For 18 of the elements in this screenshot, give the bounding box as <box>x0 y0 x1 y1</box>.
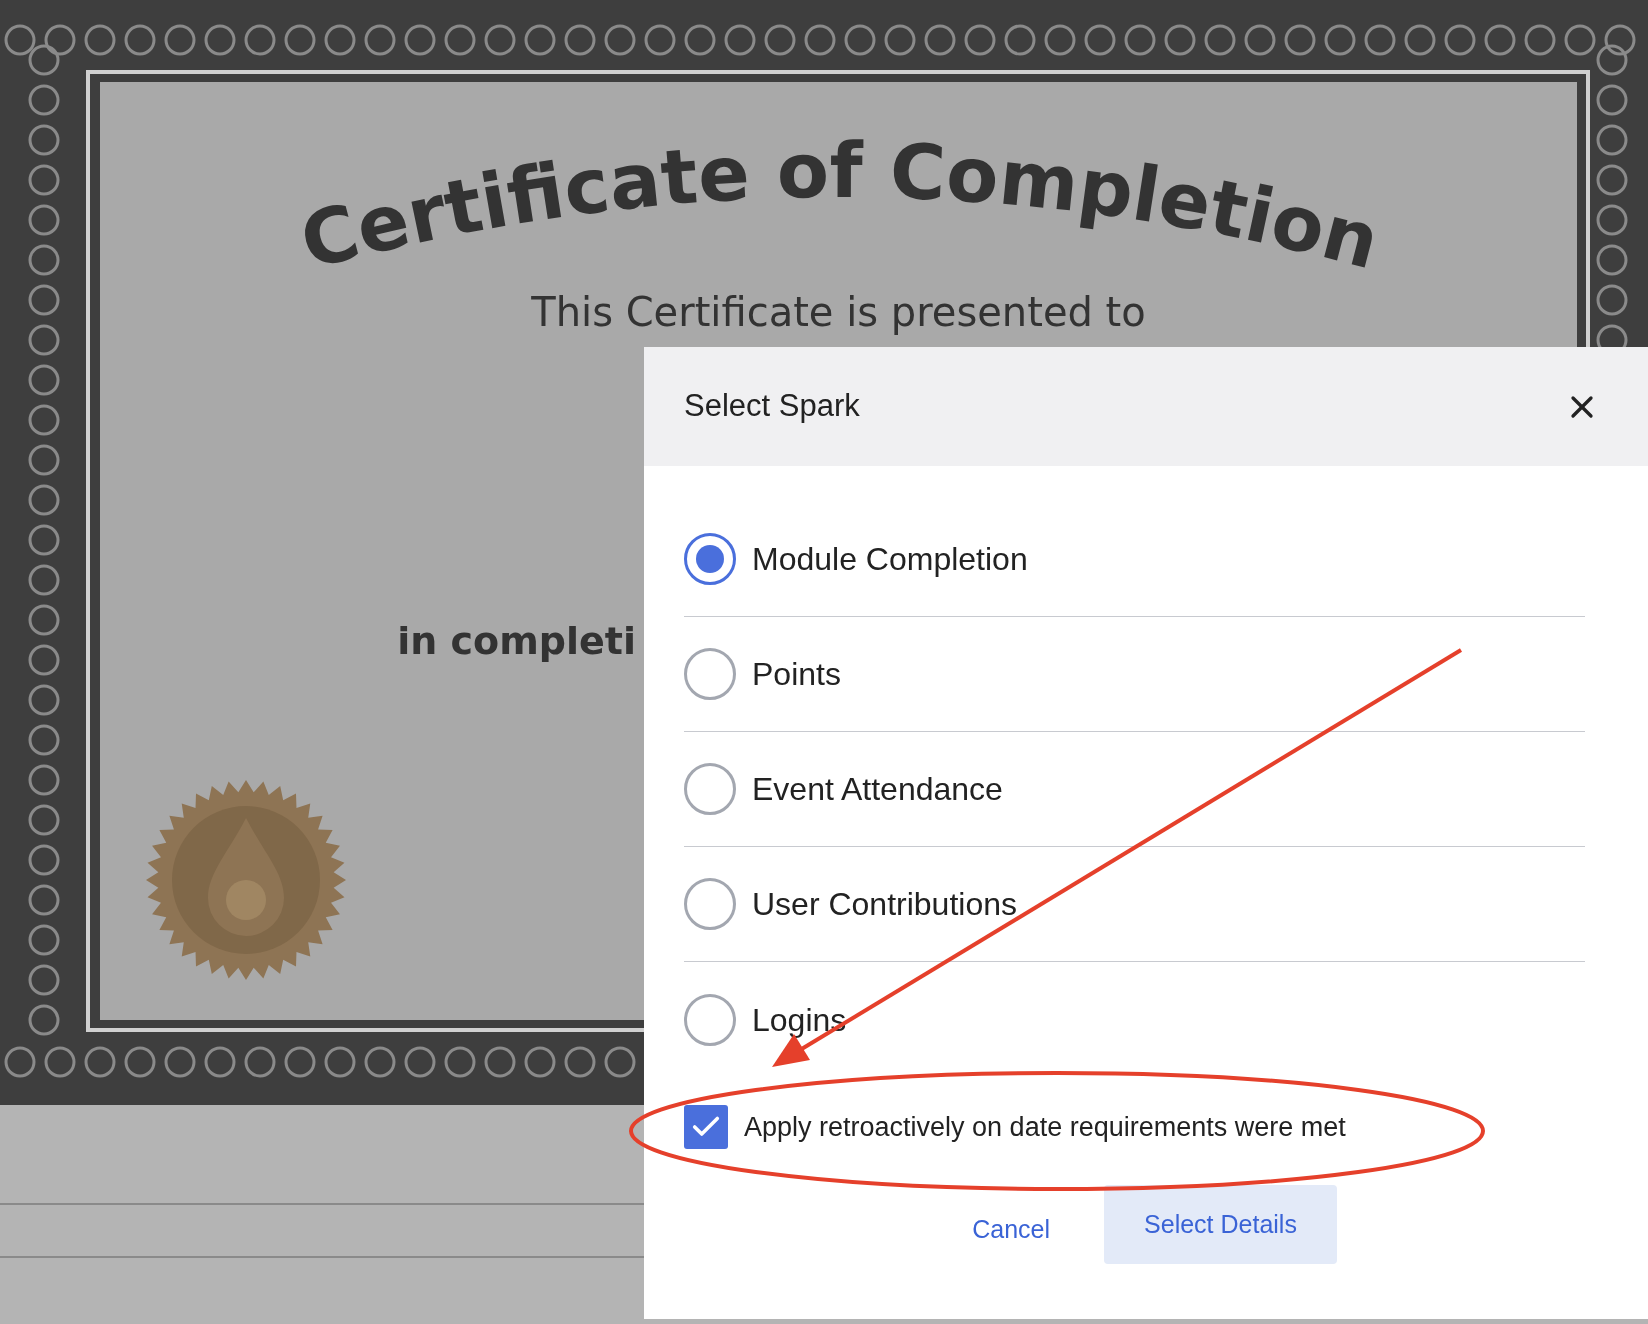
dialog-title: Select Spark <box>684 387 860 426</box>
radio-button[interactable] <box>684 878 736 930</box>
radio-button[interactable] <box>684 648 736 700</box>
checkbox[interactable] <box>684 1105 728 1149</box>
select-details-button[interactable]: Select Details <box>1104 1185 1337 1264</box>
radio-button[interactable] <box>684 533 736 585</box>
presented-line: This Certificate is presented to <box>531 288 1146 336</box>
cancel-button[interactable]: Cancel <box>972 1210 1050 1249</box>
checkbox-label: Apply retroactively on date requirements were met <box>744 1110 1346 1144</box>
option-label: User Contributions <box>752 885 1017 924</box>
radio-button[interactable] <box>684 763 736 815</box>
radio-button[interactable] <box>684 993 736 1046</box>
completion-line: in completi <box>397 618 636 665</box>
certificate-title: Certificate of Completion <box>100 82 1577 282</box>
option-label: Event Attendance <box>752 770 1003 809</box>
option-label: Logins <box>752 1000 847 1040</box>
option-label: Points <box>752 655 841 694</box>
option-label: Module Completion <box>752 540 1028 579</box>
